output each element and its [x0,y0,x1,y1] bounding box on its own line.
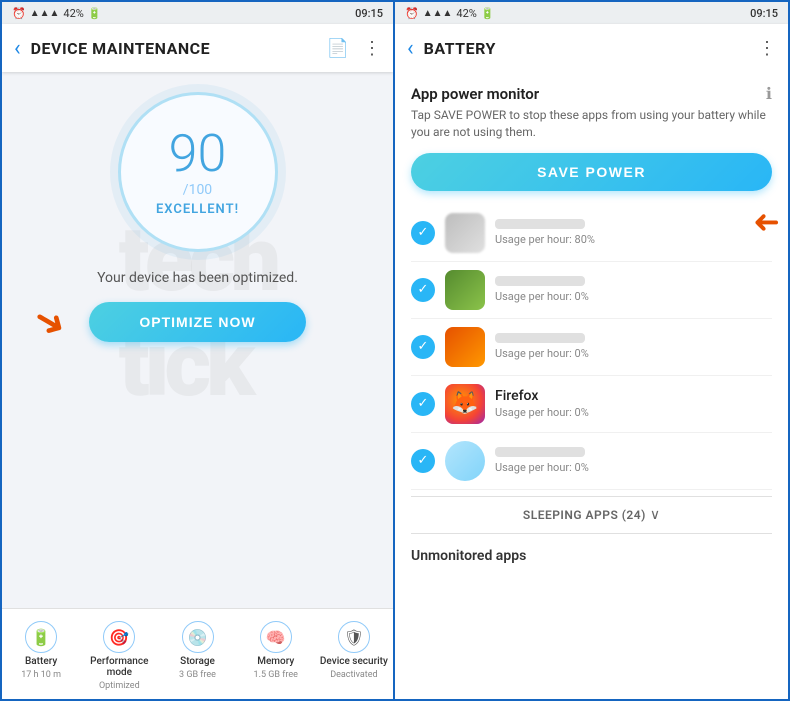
storage-nav-icon: 💿 [182,621,214,653]
storage-nav-label: Storage [180,656,215,667]
right-more-icon[interactable]: ⋮ [758,38,776,59]
memory-nav-label: Memory [257,656,294,667]
app1-info: Usage per hour: 80% [495,219,772,246]
score-circle: 90 /100 EXCELLENT! [118,92,278,252]
score-total: /100 [183,182,212,198]
nav-item-storage[interactable]: 💿 Storage 3 GB free [158,617,236,695]
nav-item-memory[interactable]: 🧠 Memory 1.5 GB free [237,617,315,695]
left-battery-pct: 42% [63,7,83,20]
right-battery-pct: 42% [456,7,476,20]
bottom-nav: 🔋 Battery 17 h 10 m 🎯 Performance mode O… [2,608,393,699]
app3-usage: Usage per hour: 0% [495,347,772,360]
score-label: EXCELLENT! [156,202,239,217]
app5-info: Usage per hour: 0% [495,447,772,474]
left-battery-icon: 🔋 [88,7,102,20]
left-time: 09:15 [355,7,383,20]
optimized-text: Your device has been optimized. [97,270,298,286]
app2-usage: Usage per hour: 0% [495,290,772,303]
memory-nav-icon: 🧠 [260,621,292,653]
app1-icon [445,213,485,253]
performance-nav-label: Performance mode [82,656,156,678]
left-doc-icon[interactable]: 📄 [327,38,349,59]
battery-nav-label: Battery [25,656,57,667]
nav-item-battery[interactable]: 🔋 Battery 17 h 10 m [2,617,80,695]
app-list-item-firefox: ✓ 🦊 Firefox Usage per hour: 0% [411,376,772,433]
right-signal-icon: ▲▲▲ [423,8,453,19]
app2-info: Usage per hour: 0% [495,276,772,303]
app5-name-blur [495,447,585,457]
app5-usage: Usage per hour: 0% [495,461,772,474]
app3-name-blur [495,333,585,343]
firefox-info: Firefox Usage per hour: 0% [495,388,772,419]
app1-check[interactable]: ✓ [411,221,435,245]
left-signal-icon: ▲▲▲ [30,8,60,19]
nav-item-performance[interactable]: 🎯 Performance mode Optimized [80,617,158,695]
right-content: App power monitor ℹ Tap SAVE POWER to st… [395,72,788,699]
firefox-icon: 🦊 [445,384,485,424]
app2-icon [445,270,485,310]
app3-info: Usage per hour: 0% [495,333,772,360]
memory-nav-sub: 1.5 GB free [254,670,298,680]
right-battery-icon: 🔋 [481,7,495,20]
info-icon[interactable]: ℹ [766,84,772,103]
section-title: App power monitor [411,85,539,103]
app-list-item-3: ✓ Usage per hour: 0% [411,319,772,376]
right-arrow-icon: ➜ [753,202,780,240]
sleeping-chevron-icon: ∨ [650,507,660,523]
app3-icon [445,327,485,367]
section-header: App power monitor ℹ [411,84,772,103]
right-panel: ⏰ ▲▲▲ 42% 🔋 09:15 ‹ BATTERY ⋮ App power … [395,0,790,701]
app2-check[interactable]: ✓ [411,278,435,302]
left-app-bar: ‹ DEVICE MAINTENANCE 📄 ⋮ [2,24,393,72]
app-list-item-5: ✓ Usage per hour: 0% [411,433,772,490]
performance-nav-sub: Optimized [99,681,140,691]
left-title: DEVICE MAINTENANCE [31,39,327,58]
right-alarm-icon: ⏰ [405,7,419,20]
firefox-name: Firefox [495,388,772,404]
right-app-bar: ‹ BATTERY ⋮ [395,24,788,72]
left-content: techtick 90 /100 EXCELLENT! Your device … [2,72,393,594]
battery-nav-icon: 🔋 [25,621,57,653]
score-value: 90 [169,128,227,180]
app2-name-blur [495,276,585,286]
app-list-item-1: ✓ Usage per hour: 80% ➜ [411,205,772,262]
security-nav-icon: 🛡 [338,621,370,653]
right-status-bar: ⏰ ▲▲▲ 42% 🔋 09:15 [395,2,788,24]
performance-nav-icon: 🎯 [103,621,135,653]
app3-check[interactable]: ✓ [411,335,435,359]
firefox-check[interactable]: ✓ [411,392,435,416]
unmonitored-title: Unmonitored apps [411,540,772,568]
security-nav-label: Device security [320,656,388,667]
right-back-button[interactable]: ‹ [407,36,414,61]
sleeping-apps-row[interactable]: SLEEPING APPS (24) ∨ [411,496,772,534]
app1-name-blur [495,219,585,229]
left-panel: ⏰ ▲▲▲ 42% 🔋 09:15 ‹ DEVICE MAINTENANCE 📄… [0,0,395,701]
optimize-now-button[interactable]: OPTIMIZE NOW [89,302,305,342]
left-more-icon[interactable]: ⋮ [363,38,381,59]
app-list-item-2: ✓ Usage per hour: 0% [411,262,772,319]
left-arrow-icon: ➜ [25,295,75,350]
right-title: BATTERY [424,39,758,58]
firefox-usage: Usage per hour: 0% [495,406,772,419]
left-back-button[interactable]: ‹ [14,36,21,61]
section-desc: Tap SAVE POWER to stop these apps from u… [411,107,772,141]
left-alarm-icon: ⏰ [12,7,26,20]
app5-check[interactable]: ✓ [411,449,435,473]
app5-icon [445,441,485,481]
sleeping-apps-label: SLEEPING APPS (24) [523,508,646,522]
save-power-button[interactable]: SAVE POWER [411,153,772,191]
storage-nav-sub: 3 GB free [179,670,216,680]
left-status-bar: ⏰ ▲▲▲ 42% 🔋 09:15 [2,2,393,24]
right-time: 09:15 [750,7,778,20]
nav-item-security[interactable]: 🛡 Device security Deactivated [315,617,393,695]
security-nav-sub: Deactivated [330,670,377,680]
app1-usage: Usage per hour: 80% [495,233,772,246]
optimize-btn-wrapper: ➜ OPTIMIZE NOW [89,302,305,342]
battery-nav-sub: 17 h 10 m [21,670,61,680]
